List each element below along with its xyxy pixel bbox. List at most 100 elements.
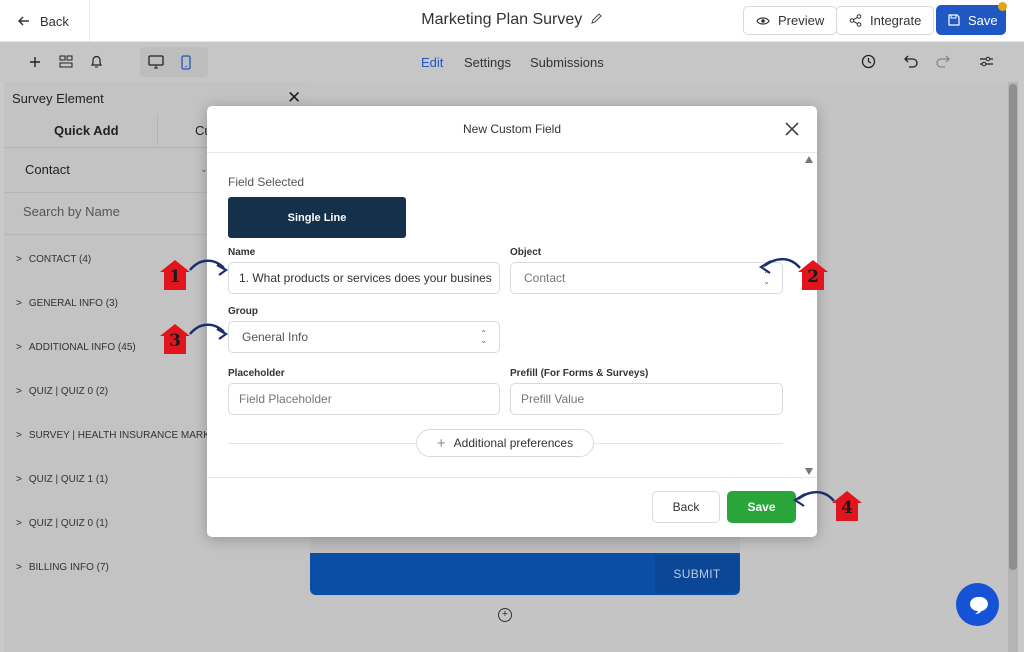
category-label: QUIZ | QUIZ 1 (1)	[28, 474, 109, 485]
close-icon[interactable]: ✕	[287, 88, 301, 108]
mobile-icon[interactable]	[177, 53, 195, 71]
placeholder-label: Placeholder	[228, 368, 285, 379]
close-icon[interactable]	[783, 120, 801, 138]
category-billing-info[interactable]: > BILLING INFO (7)	[16, 562, 109, 573]
undo-icon[interactable]	[902, 52, 920, 70]
annotation-marker-4: 4	[830, 489, 864, 523]
eye-icon	[756, 16, 770, 25]
modal-footer	[207, 477, 817, 537]
chevron-right-icon: >	[16, 562, 22, 573]
category-quiz-1[interactable]: > QUIZ | QUIZ 1 (1)	[16, 474, 108, 485]
category-label: QUIZ | QUIZ 0 (1)	[28, 518, 109, 529]
object-select[interactable]: Contact ⌄	[16, 162, 216, 186]
category-label: CONTACT (4)	[28, 254, 92, 265]
redo-icon[interactable]	[933, 52, 951, 70]
search-input[interactable]: Search by Name	[16, 204, 216, 228]
prefill-label: Prefill (For Forms & Surveys)	[510, 368, 649, 379]
chevron-up-down-icon: ⌃ ⌄	[480, 329, 487, 345]
object-select-value: Contact	[25, 162, 70, 177]
desktop-icon[interactable]	[147, 53, 165, 71]
notification-dot	[998, 2, 1007, 11]
panel-title: Survey Element	[12, 91, 104, 106]
back-button[interactable]: Back	[0, 0, 90, 42]
category-survey-health[interactable]: > SURVEY | HEALTH INSURANCE MARKE	[16, 430, 217, 441]
placeholder-input[interactable]: Field Placeholder	[228, 383, 500, 415]
tab-edit[interactable]: Edit	[421, 55, 443, 70]
object-label: Object	[510, 247, 542, 258]
tab-settings[interactable]: Settings	[464, 55, 511, 70]
chevron-right-icon: >	[16, 430, 22, 441]
plus-icon: +	[436, 434, 446, 452]
category-contact[interactable]: > CONTACT (4)	[16, 254, 91, 265]
chevron-right-icon: >	[16, 342, 22, 353]
sliders-icon[interactable]	[977, 52, 995, 70]
category-general-info[interactable]: > GENERAL INFO (3)	[16, 298, 118, 309]
chevron-up-down-icon: ⌃ ⌄	[763, 270, 770, 286]
group-select-value: General Info	[242, 330, 309, 344]
category-additional-info[interactable]: > ADDITIONAL INFO (45)	[16, 342, 136, 353]
additional-preferences-label: Additional preferences	[453, 436, 574, 450]
preview-label: Preview	[778, 13, 825, 28]
annotation-marker-1: 1	[158, 258, 192, 292]
name-field[interactable]: 1. What products or services does your b…	[228, 262, 500, 294]
chevron-right-icon: >	[16, 386, 22, 397]
pencil-icon[interactable]	[590, 12, 603, 25]
new-custom-field-modal: New Custom Field Field Selected Single L…	[207, 106, 817, 537]
arrow-left-icon	[18, 16, 29, 26]
category-label: BILLING INFO (7)	[28, 562, 109, 573]
chevron-right-icon: >	[16, 474, 22, 485]
layers-icon[interactable]	[57, 53, 75, 71]
preview-button[interactable]: Preview	[743, 6, 838, 35]
category-label: SURVEY | HEALTH INSURANCE MARKE	[28, 430, 217, 441]
chevron-right-icon: >	[16, 254, 22, 265]
tab-quick-add[interactable]: Quick Add	[54, 123, 119, 138]
category-quiz-0-b[interactable]: > QUIZ | QUIZ 0 (1)	[16, 518, 108, 529]
name-label: Name	[228, 247, 256, 258]
save-label-top: Save	[968, 12, 998, 28]
additional-preferences-button[interactable]: + Additional preferences	[416, 429, 594, 457]
field-selected-label: Field Selected	[228, 175, 305, 189]
tab-divider	[157, 114, 158, 146]
field-type-single-line[interactable]: Single Line	[228, 197, 406, 238]
modal-scrollbar[interactable]	[803, 153, 815, 477]
chat-button[interactable]	[956, 583, 999, 626]
annotation-marker-3: 3	[158, 322, 192, 356]
category-label: ADDITIONAL INFO (45)	[28, 342, 136, 353]
submit-button[interactable]: SUBMIT	[655, 555, 739, 593]
back-button[interactable]: Back	[652, 491, 720, 523]
modal-header: New Custom Field	[207, 106, 817, 153]
chevron-right-icon: >	[16, 298, 22, 309]
chevron-right-icon: >	[16, 518, 22, 529]
top-bar: Back Marketing Plan Survey Preview Integ…	[0, 0, 1024, 42]
marker-number: 2	[807, 267, 819, 287]
save-button-top[interactable]: Save	[936, 5, 1006, 35]
bell-icon[interactable]	[87, 53, 105, 71]
marker-number: 4	[841, 498, 853, 518]
category-quiz-0-a[interactable]: > QUIZ | QUIZ 0 (2)	[16, 386, 108, 397]
add-element-icon[interactable]: +	[498, 608, 512, 622]
object-select[interactable]: Contact ⌃ ⌄	[510, 262, 783, 294]
chat-icon	[969, 596, 988, 614]
prefill-input[interactable]: Prefill Value	[510, 383, 783, 415]
marker-number: 1	[169, 267, 181, 287]
share-icon	[849, 14, 862, 27]
back-label: Back	[40, 13, 69, 29]
canvas-scroll-thumb[interactable]	[1009, 84, 1017, 570]
survey-title[interactable]: Marketing Plan Survey	[421, 11, 582, 28]
annotation-marker-2: 2	[796, 258, 830, 292]
category-label: QUIZ | QUIZ 0 (2)	[28, 386, 109, 397]
integrate-button[interactable]: Integrate	[836, 6, 935, 35]
group-select[interactable]: General Info ⌃ ⌄	[228, 321, 500, 353]
object-select-value: Contact	[524, 271, 566, 285]
save-button[interactable]: Save	[727, 491, 796, 523]
tab-submissions[interactable]: Submissions	[530, 55, 604, 70]
plus-icon[interactable]	[26, 53, 44, 71]
marker-number: 3	[169, 331, 181, 351]
scroll-down-icon[interactable]	[805, 468, 813, 475]
group-label: Group	[228, 306, 258, 317]
modal-title: New Custom Field	[462, 122, 562, 136]
floppy-icon	[948, 14, 960, 26]
integrate-label: Integrate	[870, 13, 922, 28]
history-icon[interactable]	[859, 52, 877, 70]
scroll-up-icon[interactable]	[805, 156, 813, 163]
